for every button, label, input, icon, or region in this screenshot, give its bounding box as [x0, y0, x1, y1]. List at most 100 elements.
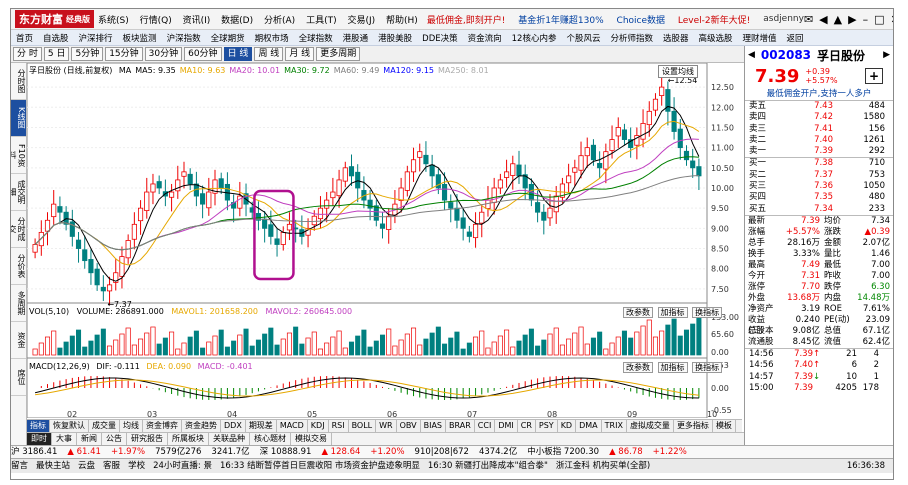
- news-tab-0[interactable]: 即时: [27, 433, 52, 445]
- indicator-tab-18[interactable]: CR: [518, 420, 536, 432]
- nav-item-15[interactable]: 选股器: [658, 32, 694, 44]
- indicator-tab-4[interactable]: 资金博弈: [143, 420, 182, 432]
- indicator-tab-25[interactable]: 模板: [713, 420, 736, 432]
- indicator-tab-20[interactable]: KD: [558, 420, 577, 432]
- menu-analysis[interactable]: 分析(A): [264, 16, 295, 26]
- next-stock-icon[interactable]: ▶: [883, 50, 890, 60]
- nav-item-17[interactable]: 理财增值: [738, 32, 782, 44]
- menu-help[interactable]: 帮助(H): [386, 16, 418, 26]
- indicator-tab-17[interactable]: DMI: [495, 420, 518, 432]
- indicator-tab-3[interactable]: 均线: [120, 420, 143, 432]
- indicator-tab-16[interactable]: CCI: [475, 420, 496, 432]
- username[interactable]: asdjenny: [763, 14, 804, 24]
- indicator-tab-24[interactable]: 更多指标: [674, 420, 713, 432]
- close-icon[interactable]: ✕: [890, 13, 893, 26]
- macd-add-indicator-button[interactable]: 加指标: [657, 362, 688, 373]
- indicator-tab-13[interactable]: OBV: [397, 420, 421, 432]
- ad-link-4[interactable]: Level-2新年大促!: [678, 16, 750, 26]
- vol-add-indicator-button[interactable]: 加指标: [657, 307, 688, 318]
- left-tab-1[interactable]: K线图: [11, 100, 26, 137]
- menu-system[interactable]: 系统(S): [98, 16, 129, 26]
- indicator-tab-8[interactable]: MACD: [277, 420, 308, 432]
- nav-item-1[interactable]: 自选股: [38, 32, 74, 44]
- status-item-2[interactable]: 云盘: [78, 459, 95, 473]
- left-tab-7[interactable]: 资金: [11, 322, 26, 359]
- nav-item-16[interactable]: 高级选股: [694, 32, 738, 44]
- left-tab-6[interactable]: 多周期: [11, 285, 26, 322]
- indicator-tab-21[interactable]: DMA: [576, 420, 602, 432]
- nav-item-7[interactable]: 全球指数: [294, 32, 338, 44]
- indicator-tab-19[interactable]: PSY: [536, 420, 558, 432]
- forward-icon[interactable]: ▶: [848, 13, 856, 26]
- status-item-1[interactable]: 最快主站: [36, 459, 70, 473]
- nav-item-11[interactable]: 资金流向: [463, 32, 507, 44]
- left-tab-5[interactable]: 分价表: [11, 248, 26, 285]
- indicator-tab-9[interactable]: KDJ: [308, 420, 329, 432]
- macd-change-params-button[interactable]: 改参数: [623, 362, 653, 373]
- period-button-4[interactable]: 30分钟: [144, 47, 183, 61]
- period-button-3[interactable]: 15分钟: [105, 47, 143, 61]
- menu-quotes[interactable]: 行情(Q): [140, 16, 172, 26]
- macd-switch-indicator-button[interactable]: 换指标: [692, 362, 723, 373]
- status-item-4[interactable]: 学校: [128, 459, 145, 473]
- nav-item-0[interactable]: 首页: [11, 32, 38, 44]
- indicator-tab-11[interactable]: BOLL: [349, 420, 377, 432]
- nav-item-14[interactable]: 分析师指数: [605, 32, 658, 44]
- left-tab-4[interactable]: 分时成交: [11, 211, 26, 248]
- nav-item-9[interactable]: 港股美股: [373, 32, 417, 44]
- left-tab-3[interactable]: 成交明细: [11, 174, 26, 211]
- ad-link-2[interactable]: 基金折1年赚超130%: [518, 16, 603, 26]
- news-tab-7[interactable]: 核心题材: [250, 433, 291, 445]
- period-button-6[interactable]: 日 线: [223, 47, 253, 61]
- nav-item-6[interactable]: 期权市场: [250, 32, 294, 44]
- news-tab-4[interactable]: 研究报告: [127, 433, 168, 445]
- vol-change-params-button[interactable]: 改参数: [623, 307, 653, 318]
- period-button-9[interactable]: 更多周期: [316, 47, 361, 61]
- add-watchlist-button[interactable]: +: [865, 68, 883, 84]
- ad-link-3[interactable]: Choice数据: [617, 16, 665, 26]
- nav-item-12[interactable]: 12核心内参: [507, 32, 562, 44]
- indicator-tab-7[interactable]: 期现差: [246, 420, 277, 432]
- nav-item-8[interactable]: 港股通: [338, 32, 374, 44]
- nav-item-10[interactable]: DDE决策: [417, 32, 462, 44]
- nav-item-2[interactable]: 沪深排行: [74, 32, 118, 44]
- back-icon[interactable]: ◀: [819, 13, 827, 26]
- nav-item-4[interactable]: 沪深指数: [162, 32, 206, 44]
- quote-ad[interactable]: 最低佣金开户,支持一人多户: [745, 88, 893, 101]
- indicator-tab-0[interactable]: 指标: [27, 420, 50, 432]
- news-tab-5[interactable]: 所属板块: [168, 433, 209, 445]
- nav-item-3[interactable]: 板块监测: [118, 32, 162, 44]
- prev-stock-icon[interactable]: ◀: [748, 50, 755, 60]
- indicator-tab-2[interactable]: 成交量: [89, 420, 120, 432]
- period-button-0[interactable]: 分 时: [13, 47, 42, 61]
- menu-tools[interactable]: 工具(T): [306, 16, 337, 26]
- period-button-5[interactable]: 60分钟: [184, 47, 222, 61]
- mail-icon[interactable]: ✉: [804, 13, 813, 26]
- news-tab-6[interactable]: 关联品种: [209, 433, 250, 445]
- menu-data[interactable]: 数据(D): [221, 16, 253, 26]
- left-tab-8[interactable]: 席位: [11, 359, 26, 396]
- status-item-3[interactable]: 客服: [103, 459, 120, 473]
- indicator-tab-10[interactable]: RSI: [329, 420, 349, 432]
- indicator-tab-22[interactable]: TRIX: [602, 420, 627, 432]
- period-button-8[interactable]: 月 线: [285, 47, 315, 61]
- menu-trade[interactable]: 交易(J): [347, 16, 375, 26]
- left-tab-0[interactable]: 分时图: [11, 63, 26, 100]
- news-tab-3[interactable]: 公告: [102, 433, 127, 445]
- news-tab-2[interactable]: 新闻: [77, 433, 102, 445]
- news-tab-1[interactable]: 大事: [52, 433, 77, 445]
- maximize-icon[interactable]: □: [874, 13, 884, 26]
- kline-chart-area[interactable]: 12.50 12.00 11.50 11.00 10.50 10.00 9.50 9.00 8.…: [27, 63, 742, 418]
- menu-info[interactable]: 资讯(I): [183, 16, 211, 26]
- indicator-tab-5[interactable]: 资金趋势: [182, 420, 221, 432]
- period-button-2[interactable]: 5分钟: [71, 47, 104, 61]
- indicator-tab-15[interactable]: BRAR: [446, 420, 475, 432]
- ma-settings-button[interactable]: 设置均线: [658, 65, 698, 78]
- vol-switch-indicator-button[interactable]: 换指标: [692, 307, 723, 318]
- status-item-0[interactable]: 留言: [11, 459, 28, 473]
- nav-item-13[interactable]: 个股风云: [561, 32, 605, 44]
- indicator-tab-6[interactable]: DDX: [221, 420, 246, 432]
- period-button-1[interactable]: 5 日: [43, 47, 70, 61]
- nav-item-5[interactable]: 全球期货: [206, 32, 250, 44]
- nav-item-18[interactable]: 返回: [782, 32, 809, 44]
